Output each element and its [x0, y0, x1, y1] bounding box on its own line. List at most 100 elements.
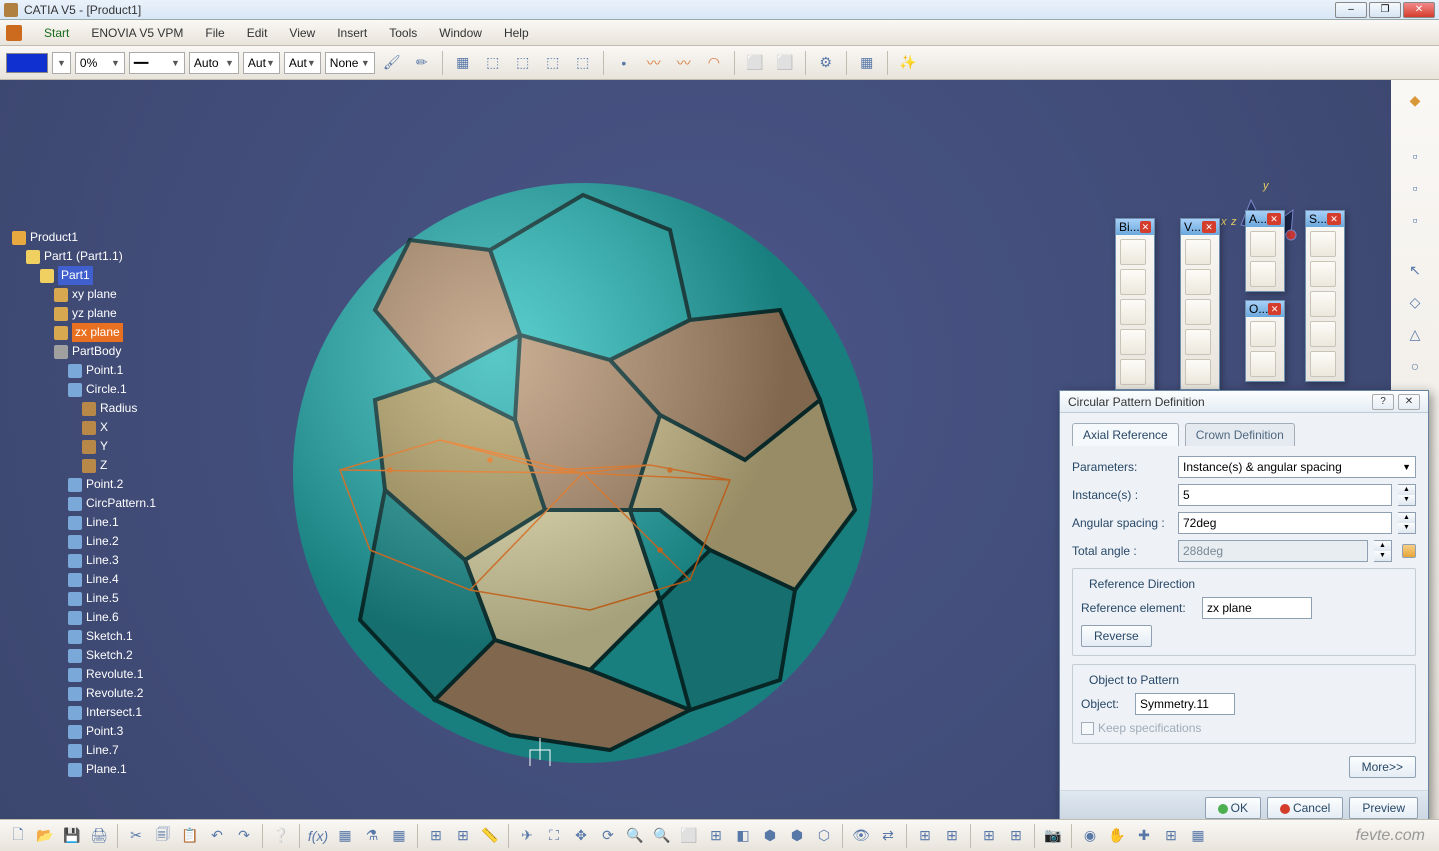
wireframe-icon[interactable]: ⬡	[812, 824, 836, 848]
menu-view[interactable]: View	[285, 24, 319, 42]
tool-icon[interactable]: ⊞	[977, 824, 1001, 848]
tree-revolute1[interactable]: Revolute.1	[86, 665, 143, 684]
color-dropdown-arrow[interactable]: ▼	[52, 52, 71, 74]
curve2-icon[interactable]: 〰	[671, 50, 697, 76]
menu-enovia[interactable]: ENOVIA V5 VPM	[87, 24, 187, 42]
palette-a[interactable]: A...✕	[1245, 210, 1285, 292]
tool-icon[interactable]: ◉	[1078, 824, 1102, 848]
tool-icon[interactable]: ▦	[387, 824, 411, 848]
tree-line5[interactable]: Line.5	[86, 589, 119, 608]
tree-sketch1[interactable]: Sketch.1	[86, 627, 133, 646]
formula-icon[interactable]: f(x)	[306, 824, 330, 848]
tool-icon[interactable]: ⊞	[1004, 824, 1028, 848]
minimize-button[interactable]: –	[1335, 2, 1367, 18]
tool-icon[interactable]	[1120, 299, 1146, 325]
tool-icon[interactable]: △	[1401, 320, 1429, 348]
tool-icon[interactable]	[1310, 291, 1336, 317]
tree-y[interactable]: Y	[100, 437, 108, 456]
tree-circpattern[interactable]: CircPattern.1	[86, 494, 156, 513]
tool-icon[interactable]: ◇	[1401, 288, 1429, 316]
tool-icon[interactable]	[1250, 321, 1276, 347]
tree-point3[interactable]: Point.3	[86, 722, 123, 741]
tree-plane1[interactable]: Plane.1	[86, 760, 127, 779]
palette-v[interactable]: V...✕	[1180, 218, 1220, 390]
undo-icon[interactable]: ↶	[205, 824, 229, 848]
camera-icon[interactable]: 📷	[1041, 824, 1065, 848]
curve-icon[interactable]: 〰	[641, 50, 667, 76]
tool-icon[interactable]	[1250, 351, 1276, 377]
menu-tools[interactable]: Tools	[385, 24, 421, 42]
menu-window[interactable]: Window	[435, 24, 486, 42]
palette-s[interactable]: S...✕	[1305, 210, 1345, 382]
tool-icon[interactable]	[1185, 269, 1211, 295]
tool-icon[interactable]	[1250, 261, 1276, 287]
tree-line3[interactable]: Line.3	[86, 551, 119, 570]
tree-line2[interactable]: Line.2	[86, 532, 119, 551]
palette-bi[interactable]: Bi...✕	[1115, 218, 1155, 390]
tool-icon[interactable]: ○	[1401, 352, 1429, 380]
menu-help[interactable]: Help	[500, 24, 533, 42]
tree-yzplane[interactable]: yz plane	[72, 304, 117, 323]
tool-icon[interactable]: ▫	[1401, 142, 1429, 170]
tool-icon[interactable]: ✋	[1105, 824, 1129, 848]
tree-line7[interactable]: Line.7	[86, 741, 119, 760]
tree-point2[interactable]: Point.2	[86, 475, 123, 494]
tool-a-icon[interactable]: ▦	[450, 50, 476, 76]
tree-circle1[interactable]: Circle.1	[86, 380, 127, 399]
surface-icon[interactable]: ◠	[701, 50, 727, 76]
tab-crown-definition[interactable]: Crown Definition	[1185, 423, 1295, 446]
pan-icon[interactable]: ✥	[569, 824, 593, 848]
point-icon[interactable]: •	[611, 50, 637, 76]
help-icon[interactable]: ?	[1372, 394, 1394, 410]
tool-icon[interactable]	[1185, 329, 1211, 355]
multiview-icon[interactable]: ⊞	[704, 824, 728, 848]
dialog-titlebar[interactable]: Circular Pattern Definition ? ✕	[1060, 391, 1428, 413]
tree-part1b[interactable]: Part1	[58, 266, 93, 285]
tool-icon[interactable]: ✚	[1132, 824, 1156, 848]
tool-icon[interactable]	[1120, 239, 1146, 265]
angular-spacing-spinner[interactable]: ▲▼	[1398, 512, 1416, 534]
tool-icon[interactable]	[1310, 231, 1336, 257]
menu-file[interactable]: File	[201, 24, 228, 42]
tree-line1[interactable]: Line.1	[86, 513, 119, 532]
tool-icon[interactable]	[1120, 329, 1146, 355]
knowledge-icon[interactable]: ⚗	[360, 824, 384, 848]
tree-partbody[interactable]: PartBody	[72, 342, 121, 361]
reference-element-input[interactable]: zx plane	[1202, 597, 1312, 619]
palette-o[interactable]: O...✕	[1245, 300, 1285, 382]
measure-icon[interactable]: 📏	[478, 824, 502, 848]
color-swatch[interactable]	[6, 53, 48, 73]
object-input[interactable]: Symmetry.11	[1135, 693, 1235, 715]
specification-tree[interactable]: Product1 Part1 (Part1.1) Part1 xy plane …	[12, 228, 156, 779]
grid-icon[interactable]: ▦	[1186, 824, 1210, 848]
tool-d-icon[interactable]: ⬚	[540, 50, 566, 76]
shading-edges-icon[interactable]: ⬢	[785, 824, 809, 848]
tool-icon[interactable]	[1185, 359, 1211, 385]
maximize-button[interactable]: ❐	[1369, 2, 1401, 18]
ok-button[interactable]: OK	[1205, 797, 1261, 819]
close-icon[interactable]: ✕	[1327, 213, 1341, 225]
menu-start[interactable]: Start	[40, 24, 73, 42]
whatsthis-icon[interactable]: ❔	[269, 824, 293, 848]
tree-radius[interactable]: Radius	[100, 399, 137, 418]
line-weight-combo[interactable]: Auto▼	[189, 52, 239, 74]
tool-icon[interactable]	[1310, 351, 1336, 377]
redo-icon[interactable]: ↷	[232, 824, 256, 848]
tree-revolute2[interactable]: Revolute.2	[86, 684, 143, 703]
tool-icon[interactable]	[1120, 359, 1146, 385]
dialog-close-icon[interactable]: ✕	[1398, 394, 1420, 410]
close-icon[interactable]: ✕	[1268, 303, 1281, 315]
design-table-icon[interactable]: ▦	[333, 824, 357, 848]
box-icon[interactable]: ⬜	[742, 50, 768, 76]
rotate-icon[interactable]: ⟳	[596, 824, 620, 848]
tree-part1[interactable]: Part1 (Part1.1)	[44, 247, 123, 266]
swap-icon[interactable]: ⇄	[876, 824, 900, 848]
tool-icon[interactable]	[1185, 239, 1211, 265]
new-icon[interactable]: 🗋	[6, 824, 30, 848]
layer-combo[interactable]: None▼	[325, 52, 375, 74]
tab-axial-reference[interactable]: Axial Reference	[1072, 423, 1179, 446]
close-icon[interactable]: ✕	[1267, 213, 1281, 225]
point-style-combo[interactable]: Aut▼	[243, 52, 280, 74]
tree-line4[interactable]: Line.4	[86, 570, 119, 589]
tool-icon[interactable]: ⊞	[424, 824, 448, 848]
